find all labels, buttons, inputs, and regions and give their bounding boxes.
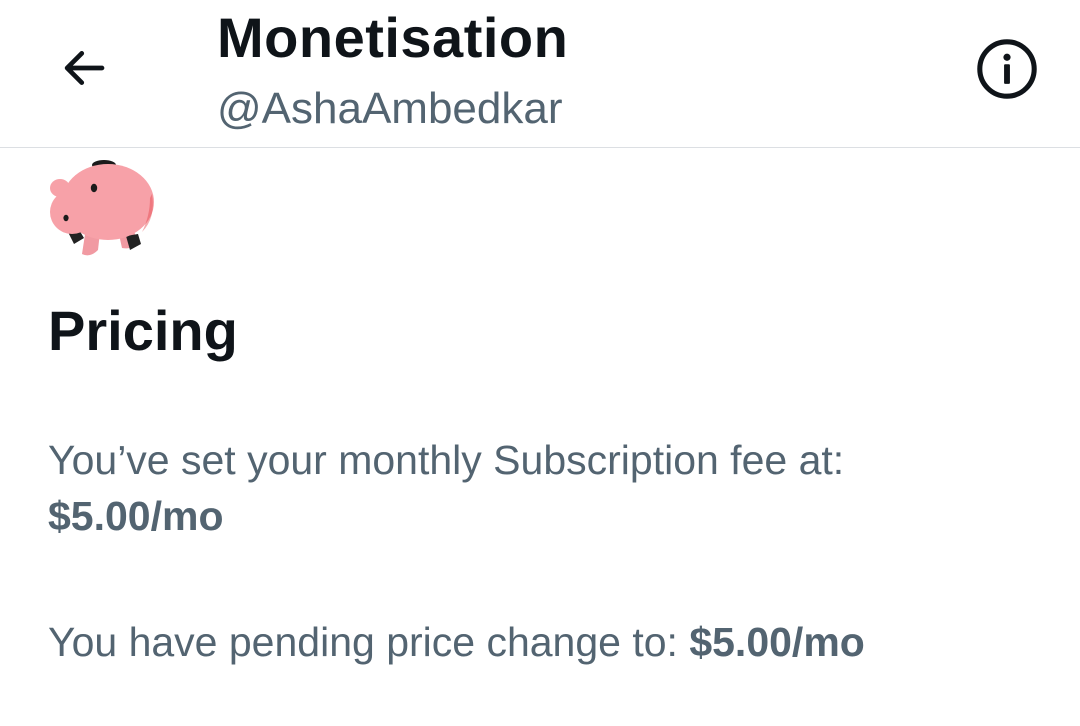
pending-price-change: You have pending price change to: $5.00/… bbox=[48, 614, 865, 670]
info-button[interactable] bbox=[972, 34, 1042, 104]
user-handle: @AshaAmbedkar bbox=[217, 84, 563, 133]
pricing-heading: Pricing bbox=[48, 299, 238, 362]
info-circle-icon bbox=[977, 39, 1037, 99]
subscription-fee-amount: $5.00/mo bbox=[48, 493, 224, 539]
page-title: Monetisation bbox=[217, 6, 569, 69]
back-button[interactable] bbox=[52, 36, 116, 100]
pending-price-text: You have pending price change to: bbox=[48, 619, 690, 665]
top-bar: Monetisation @AshaAmbedkar bbox=[0, 0, 1080, 148]
subscription-fee-text: You’ve set your monthly Subscription fee… bbox=[48, 437, 845, 483]
pending-price-amount: $5.00/mo bbox=[689, 619, 865, 665]
arrow-left-icon bbox=[64, 51, 105, 85]
piggy-bank-icon bbox=[46, 158, 158, 262]
